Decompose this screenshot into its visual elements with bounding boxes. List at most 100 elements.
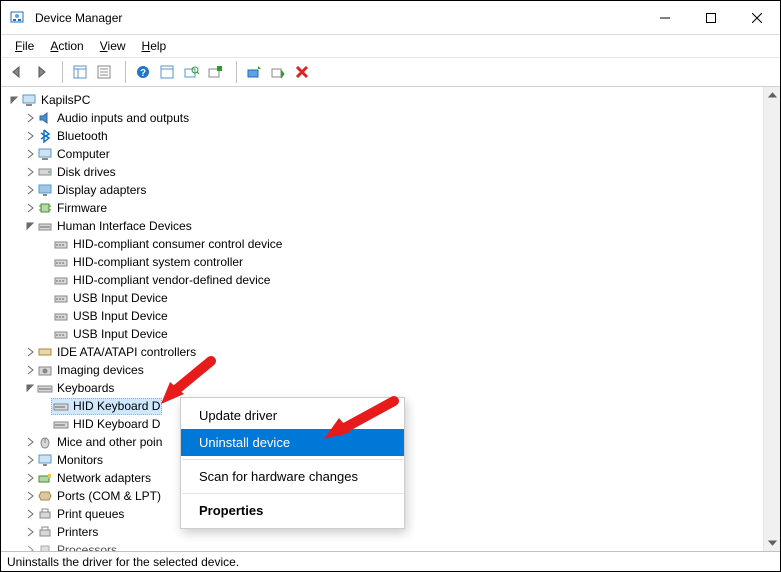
tree-label: HID Keyboard D: [73, 415, 160, 433]
caret-icon[interactable]: [23, 471, 37, 485]
maximize-button[interactable]: [688, 2, 734, 34]
caret-icon[interactable]: [23, 129, 37, 143]
annotation-arrow-icon: [156, 356, 216, 406]
tree-label: HID-compliant vendor-defined device: [73, 271, 270, 289]
show-hide-console-tree-button[interactable]: [68, 60, 92, 84]
status-text: Uninstalls the driver for the selected d…: [7, 555, 239, 569]
disk-icon: [37, 164, 53, 180]
caret-icon[interactable]: [23, 147, 37, 161]
tree-label: Disk drives: [57, 163, 116, 181]
hid-icon: [53, 290, 69, 306]
tree-item-computer[interactable]: Computer: [3, 145, 780, 163]
keyboard-icon: [53, 416, 69, 432]
disable-device-button[interactable]: [266, 60, 290, 84]
tree-item-disk[interactable]: Disk drives: [3, 163, 780, 181]
vertical-scrollbar[interactable]: [763, 87, 780, 551]
caret-icon[interactable]: [7, 93, 21, 107]
tree-label: Ports (COM & LPT): [57, 487, 161, 505]
tree-label: Computer: [57, 145, 110, 163]
tree-item-hid-child[interactable]: USB Input Device: [3, 307, 780, 325]
hid-icon: [53, 326, 69, 342]
tree-item-imaging[interactable]: Imaging devices: [3, 361, 780, 379]
menu-separator: [182, 493, 403, 494]
caret-icon[interactable]: [23, 381, 37, 395]
hid-icon: [53, 236, 69, 252]
tree-item-processors[interactable]: Processors: [3, 541, 780, 551]
tree-label: Human Interface Devices: [57, 217, 192, 235]
tree-item-hid-child[interactable]: HID-compliant consumer control device: [3, 235, 780, 253]
caret-icon[interactable]: [23, 489, 37, 503]
caret-icon[interactable]: [23, 363, 37, 377]
help-button[interactable]: ?: [131, 60, 155, 84]
tree-label: USB Input Device: [73, 325, 168, 343]
display-icon: [37, 182, 53, 198]
add-legacy-button[interactable]: [203, 60, 227, 84]
tree-label: Display adapters: [57, 181, 146, 199]
caret-icon[interactable]: [23, 525, 37, 539]
tree-item-audio[interactable]: Audio inputs and outputs: [3, 109, 780, 127]
tree-item-display[interactable]: Display adapters: [3, 181, 780, 199]
hid-icon: [53, 254, 69, 270]
caret-icon[interactable]: [23, 453, 37, 467]
scroll-down-button[interactable]: [764, 534, 780, 551]
toolbar: ?: [1, 58, 780, 87]
tree-item-firmware[interactable]: Firmware: [3, 199, 780, 217]
tree-item-hid-child[interactable]: USB Input Device: [3, 289, 780, 307]
tree-item-ide[interactable]: IDE ATA/ATAPI controllers: [3, 343, 780, 361]
menu-help[interactable]: Help: [134, 37, 175, 55]
tree-label: Keyboards: [57, 379, 114, 397]
tree-label: USB Input Device: [73, 307, 168, 325]
tree-label: Network adapters: [57, 469, 151, 487]
app-icon: [9, 10, 25, 26]
tree-item-hid-child[interactable]: HID-compliant vendor-defined device: [3, 271, 780, 289]
context-scan-hardware[interactable]: Scan for hardware changes: [181, 463, 404, 490]
caret-icon[interactable]: [23, 507, 37, 521]
menu-view[interactable]: View: [92, 37, 134, 55]
minimize-button[interactable]: [642, 2, 688, 34]
tree-label: KapilsPC: [41, 91, 90, 109]
menu-separator: [182, 459, 403, 460]
update-driver-button[interactable]: [242, 60, 266, 84]
hid-icon: [53, 272, 69, 288]
tree-item-hid-child[interactable]: USB Input Device: [3, 325, 780, 343]
caret-icon[interactable]: [23, 435, 37, 449]
svg-text:?: ?: [140, 68, 146, 79]
tree-item-hid-child[interactable]: HID-compliant system controller: [3, 253, 780, 271]
tree-item-hid[interactable]: Human Interface Devices: [3, 217, 780, 235]
title-bar: Device Manager: [1, 1, 780, 35]
action-button[interactable]: [155, 60, 179, 84]
menu-bar: File Action View Help: [1, 35, 780, 58]
caret-icon[interactable]: [23, 111, 37, 125]
caret-icon[interactable]: [23, 183, 37, 197]
tree-label: HID-compliant system controller: [73, 253, 243, 271]
cpu-icon: [37, 542, 53, 551]
context-properties[interactable]: Properties: [181, 497, 404, 524]
bluetooth-icon: [37, 128, 53, 144]
caret-icon[interactable]: [23, 201, 37, 215]
caret-icon[interactable]: [23, 543, 37, 551]
caret-icon[interactable]: [23, 165, 37, 179]
close-button[interactable]: [734, 2, 780, 34]
properties-button[interactable]: [92, 60, 116, 84]
tree-label: Processors: [57, 541, 117, 551]
keyboard-icon: [53, 398, 69, 414]
window-title: Device Manager: [35, 11, 642, 25]
menu-file[interactable]: File: [7, 37, 42, 55]
scan-hardware-button[interactable]: [179, 60, 203, 84]
uninstall-device-button[interactable]: [290, 60, 314, 84]
computer-icon: [21, 92, 37, 108]
forward-button[interactable]: [29, 60, 53, 84]
scroll-up-button[interactable]: [764, 87, 780, 104]
caret-icon[interactable]: [23, 219, 37, 233]
tree-label: Imaging devices: [57, 361, 144, 379]
tree-root[interactable]: KapilsPC: [3, 91, 780, 109]
tree-item-bluetooth[interactable]: Bluetooth: [3, 127, 780, 145]
hid-icon: [37, 218, 53, 234]
back-button[interactable]: [5, 60, 29, 84]
status-bar: Uninstalls the driver for the selected d…: [1, 551, 780, 571]
tree-item-keyboards[interactable]: Keyboards: [3, 379, 780, 397]
caret-icon[interactable]: [23, 345, 37, 359]
menu-action[interactable]: Action: [42, 37, 91, 55]
annotation-arrow-icon: [319, 396, 399, 446]
ide-icon: [37, 344, 53, 360]
